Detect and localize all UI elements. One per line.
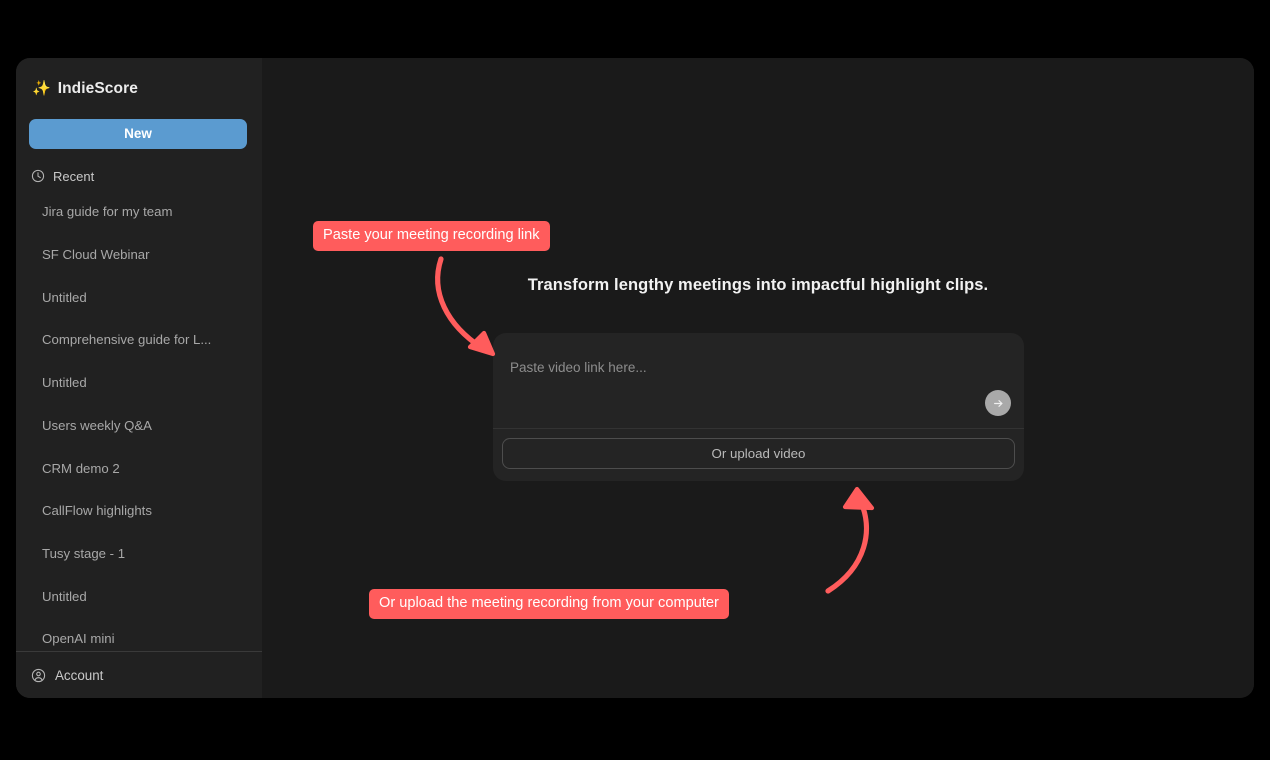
recent-list[interactable]: Jira guide for my team SF Cloud Webinar Un… — [16, 185, 262, 651]
recent-section-header: Recent — [16, 149, 262, 185]
upload-video-button[interactable]: Or upload video — [502, 438, 1015, 469]
main-content: Transform lengthy meetings into impactfu… — [262, 58, 1254, 698]
link-input-area — [493, 333, 1024, 429]
sparkles-icon: ✨ — [32, 80, 51, 98]
account-button[interactable]: Account — [16, 651, 262, 698]
recent-item[interactable]: Untitled — [16, 575, 262, 618]
recent-item[interactable]: Comprehensive guide for L... — [16, 319, 262, 362]
arrow-right-icon — [992, 397, 1005, 410]
account-label: Account — [55, 667, 104, 683]
recent-item[interactable]: Users weekly Q&A — [16, 404, 262, 447]
upload-button-wrap: Or upload video — [493, 429, 1024, 481]
recent-item[interactable]: OpenAI mini — [16, 617, 262, 651]
user-circle-icon — [31, 668, 46, 683]
submit-button[interactable] — [985, 390, 1011, 416]
composer-card: Or upload video — [493, 333, 1024, 481]
recent-item[interactable]: CRM demo 2 — [16, 447, 262, 490]
sidebar: ✨ IndieScore New Recent Jira guide for m… — [16, 58, 262, 698]
page-headline: Transform lengthy meetings into impactfu… — [527, 276, 989, 294]
app-window: ✨ IndieScore New Recent Jira guide for m… — [16, 58, 1254, 698]
video-link-input[interactable] — [493, 333, 1024, 428]
new-button[interactable]: New — [29, 118, 247, 149]
recent-item[interactable]: Untitled — [16, 276, 262, 319]
recent-item[interactable]: Untitled — [16, 361, 262, 404]
recent-item[interactable]: Jira guide for my team — [16, 191, 262, 234]
clock-icon — [31, 169, 45, 183]
recent-label: Recent — [53, 168, 95, 184]
brand-name: IndieScore — [57, 79, 138, 97]
recent-item[interactable]: CallFlow highlights — [16, 489, 262, 532]
brand-header: ✨ IndieScore — [16, 58, 262, 102]
recent-item[interactable]: SF Cloud Webinar — [16, 233, 262, 276]
recent-item[interactable]: Tusy stage - 1 — [16, 532, 262, 575]
